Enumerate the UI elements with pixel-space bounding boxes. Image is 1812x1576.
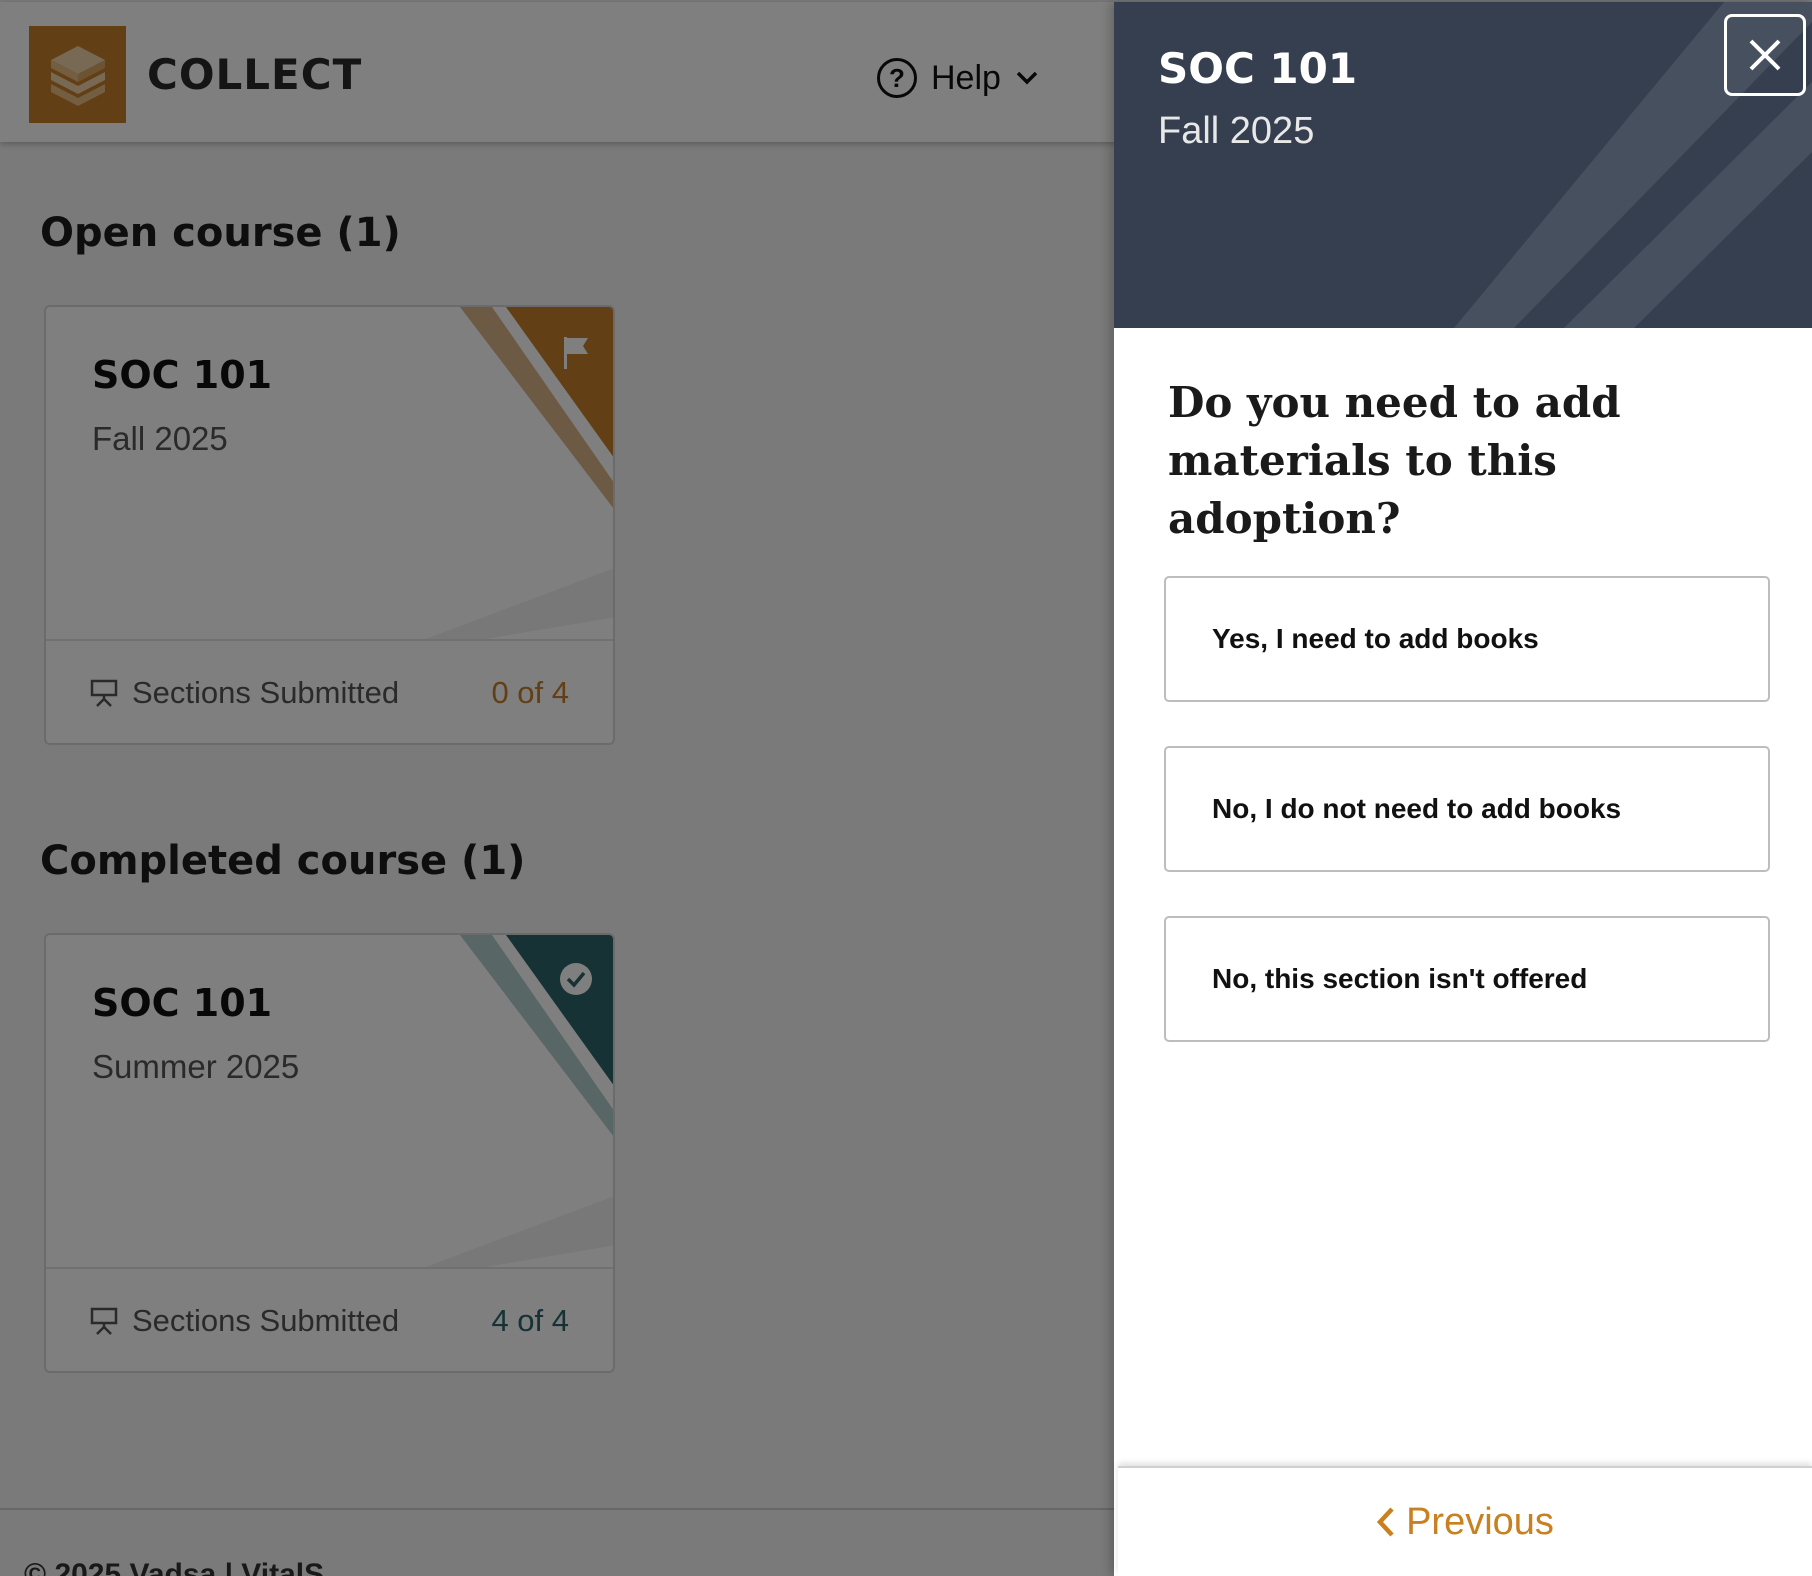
panel-course-title: SOC 101 [1158, 44, 1358, 93]
adoption-question: Do you need to add materials to this ado… [1168, 378, 1621, 543]
close-icon [1749, 39, 1781, 71]
panel-header: SOC 101 Fall 2025 [1114, 2, 1812, 328]
option-label: No, this section isn't offered [1212, 963, 1588, 994]
previous-button[interactable]: Previous [1376, 1501, 1554, 1544]
option-no-books-button[interactable]: No, I do not need to add books [1164, 746, 1770, 872]
option-label: Yes, I need to add books [1212, 623, 1539, 654]
option-label: No, I do not need to add books [1212, 793, 1622, 824]
close-panel-button[interactable] [1724, 14, 1806, 96]
panel-footer: Previous [1118, 1466, 1812, 1576]
adoption-side-panel: SOC 101 Fall 2025 Do you need to add mat… [1114, 2, 1812, 1576]
option-add-books-button[interactable]: Yes, I need to add books [1164, 576, 1770, 702]
previous-label: Previous [1406, 1500, 1554, 1543]
panel-course-term: Fall 2025 [1158, 110, 1315, 152]
chevron-left-icon [1377, 1507, 1394, 1537]
option-not-offered-button[interactable]: No, this section isn't offered [1164, 916, 1770, 1042]
